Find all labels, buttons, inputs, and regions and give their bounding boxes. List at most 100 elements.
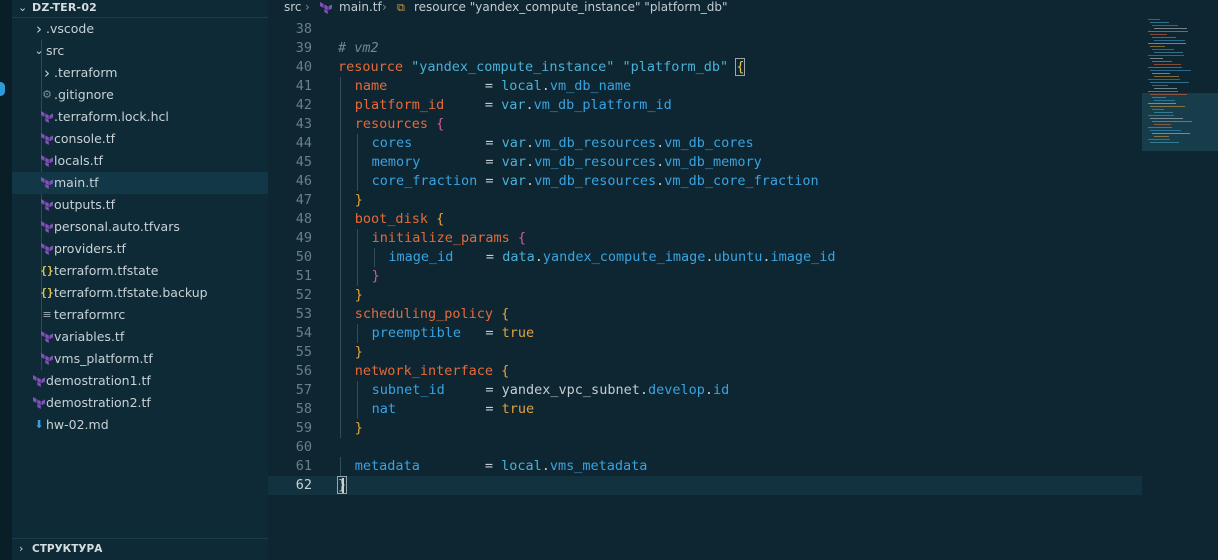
- gear-icon: ⚙: [42, 88, 52, 101]
- code-token: =: [444, 97, 502, 113]
- code-line: 43 resources {: [268, 115, 1142, 134]
- code-text: core_fraction = var.vm_db_resources.vm_d…: [372, 172, 819, 191]
- line-number: 51: [295, 268, 312, 284]
- indent-guide: [340, 96, 341, 115]
- code-token: =: [395, 401, 502, 417]
- code-line: 41 name = local.vm_db_name: [268, 77, 1142, 96]
- code-token: }: [354, 344, 363, 360]
- tree-item-label: src: [46, 43, 65, 58]
- terraform-icon: [320, 2, 332, 14]
- code-token: vm_db_cores: [664, 135, 754, 151]
- tree-item[interactable]: demostration1.tf: [12, 370, 268, 392]
- tree-item[interactable]: ≡ terraformrc: [12, 304, 268, 326]
- tree-item[interactable]: main.tf: [12, 172, 268, 194]
- line-number: 61: [295, 458, 312, 474]
- line-number: 60: [295, 439, 312, 455]
- indent-guide: [340, 229, 341, 248]
- tree-item[interactable]: providers.tf: [12, 238, 268, 260]
- outline-section-header[interactable]: › СТРУКТУРА: [12, 538, 268, 560]
- tree-item[interactable]: {} terraform.tfstate: [12, 260, 268, 282]
- indent-guide: [356, 134, 358, 153]
- tree-item[interactable]: ⌄ src: [12, 40, 268, 62]
- breadcrumb-folder[interactable]: src: [284, 0, 302, 14]
- tree-item-label: hw-02.md: [46, 417, 109, 432]
- code-line: 48 boot_disk {: [268, 210, 1142, 229]
- code-token: }: [354, 192, 363, 208]
- code-text: name = local.vm_db_name: [355, 77, 631, 96]
- indent-guide: [340, 248, 341, 267]
- code-line: 42 platform_id = var.vm_db_platform_id: [268, 96, 1142, 115]
- code-token: }: [354, 287, 363, 303]
- tree-item[interactable]: vms_platform.tf: [12, 348, 268, 370]
- tree-item[interactable]: locals.tf: [12, 150, 268, 172]
- indent-guide: [340, 343, 341, 362]
- explorer-root-header[interactable]: ⌄ DZ-TER-02: [12, 0, 268, 18]
- indent-guide: [340, 267, 341, 286]
- code-token: yandex_compute_image: [542, 249, 706, 265]
- tree-item[interactable]: ⬇ hw-02.md: [12, 414, 268, 436]
- code-text: }: [355, 286, 363, 305]
- tree-item[interactable]: demostration2.tf: [12, 392, 268, 414]
- code-token: var: [501, 135, 527, 151]
- terraform-icon: [40, 106, 54, 128]
- minimap-line: [1150, 46, 1165, 47]
- line-number: 62: [295, 477, 312, 493]
- code-token: .: [525, 97, 534, 113]
- tree-item[interactable]: console.tf: [12, 128, 268, 150]
- braces-icon: {}: [40, 264, 54, 277]
- line-number: 43: [295, 116, 312, 132]
- terraform-icon: [40, 238, 54, 260]
- line-number: 52: [295, 287, 312, 303]
- indent-guide: [340, 286, 341, 305]
- line-number: 38: [295, 21, 312, 37]
- code-token: metadata: [354, 458, 420, 474]
- code-line: 54 preemptible = true: [268, 324, 1142, 343]
- code-token: .: [656, 135, 665, 151]
- minimap[interactable]: [1142, 17, 1218, 157]
- indent-guide: [340, 400, 341, 419]
- tree-item[interactable]: personal.auto.tfvars: [12, 216, 268, 238]
- tree-item[interactable]: outputs.tf: [12, 194, 268, 216]
- code-text: platform_id = var.vm_db_platform_id: [355, 96, 672, 115]
- tree-item[interactable]: › .terraform: [12, 62, 268, 84]
- code-token: =: [419, 458, 502, 474]
- code-token: .: [526, 154, 535, 170]
- code-token: develop: [647, 382, 705, 398]
- tree-item[interactable]: .terraform.lock.hcl: [12, 106, 268, 128]
- line-number: 55: [295, 344, 312, 360]
- code-text: }: [355, 191, 363, 210]
- code-token: nat: [371, 401, 396, 417]
- code-token: vm_db_core_fraction: [664, 173, 819, 189]
- minimap-line: [1154, 136, 1169, 137]
- tree-item[interactable]: {} terraform.tfstate.backup: [12, 282, 268, 304]
- code-text: memory = var.vm_db_resources.vm_db_memor…: [372, 153, 762, 172]
- code-text: preemptible = true: [372, 324, 535, 343]
- code-token: {: [501, 363, 510, 379]
- code-token: .: [541, 78, 550, 94]
- indent-guide: [340, 115, 341, 134]
- code-line: 55}: [268, 343, 1142, 362]
- indent-guide: [340, 153, 341, 172]
- tree-item[interactable]: › .vscode: [12, 18, 268, 40]
- code-token: =: [420, 154, 502, 170]
- minimap-line: [1150, 106, 1185, 107]
- minimap-line: [1152, 97, 1166, 98]
- code-token: # vm2: [338, 40, 379, 56]
- minimap-line: [1152, 109, 1164, 110]
- minimap-line: [1148, 127, 1172, 128]
- braces-icon: {}: [40, 286, 54, 299]
- code-line: 38: [268, 20, 1142, 39]
- tree-item[interactable]: ⚙ .gitignore: [12, 84, 268, 106]
- code-editor[interactable]: 38 39 # vm2 40 resource "yandex_compute_inst…: [268, 20, 1142, 540]
- indent-guide: [340, 324, 341, 343]
- code-text: boot_disk {: [355, 210, 444, 229]
- tree-item-label: .terraform: [54, 65, 118, 80]
- line-number: 42: [295, 97, 312, 113]
- tree-item-label: variables.tf: [54, 329, 125, 344]
- tree-item[interactable]: variables.tf: [12, 326, 268, 348]
- activity-bar: [0, 0, 12, 560]
- breadcrumb-symbol[interactable]: resource "yandex_compute_instance" "plat…: [414, 0, 728, 14]
- breadcrumb-file[interactable]: main.tf: [339, 0, 382, 14]
- line-number: 40: [295, 59, 312, 75]
